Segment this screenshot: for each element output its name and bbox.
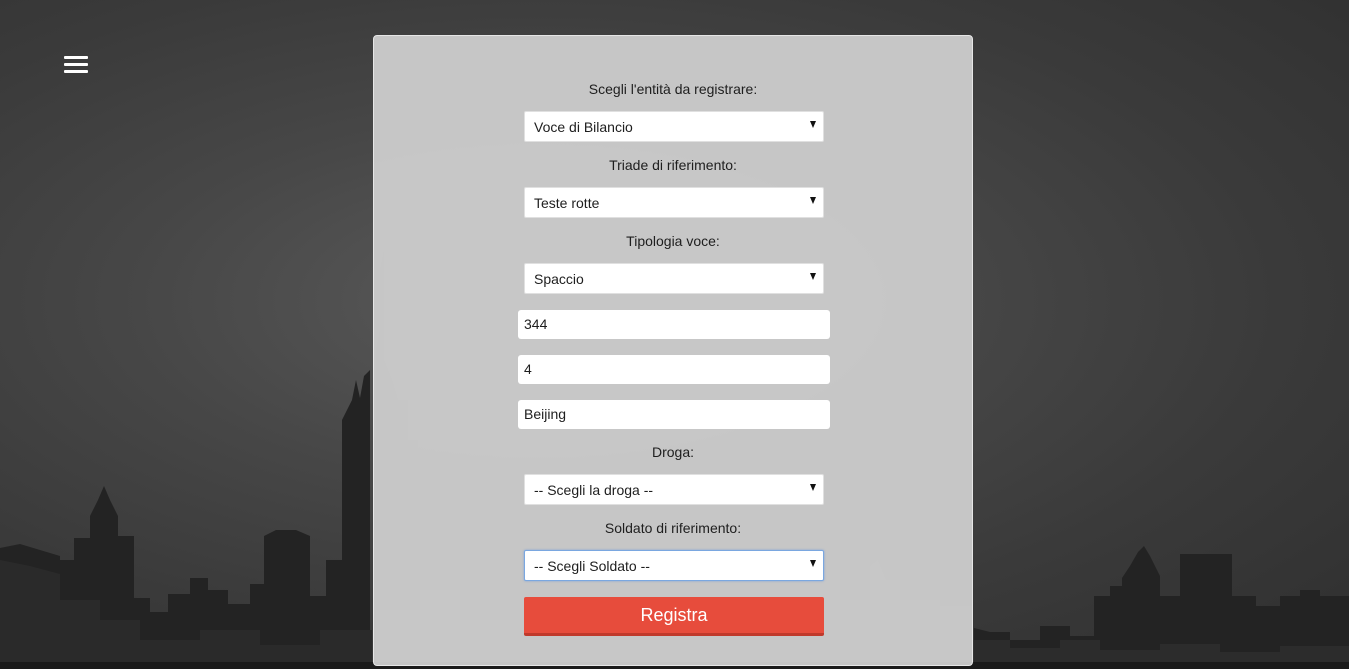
hamburger-menu-icon[interactable]	[64, 56, 90, 76]
drug-select-value: -- Scegli la droga --	[534, 482, 654, 498]
type-select-value: Spaccio	[534, 271, 584, 287]
triad-label: Triade di riferimento:	[609, 157, 737, 173]
drug-select[interactable]: -- Scegli la droga --	[524, 474, 824, 505]
location-input-value: Beijing	[524, 406, 567, 422]
type-select[interactable]: Spaccio	[524, 263, 824, 294]
dropdown-arrow-icon	[810, 121, 816, 128]
entity-select[interactable]: Voce di Bilancio	[524, 111, 824, 142]
dropdown-arrow-icon	[810, 273, 816, 280]
triad-select[interactable]: Teste rotte	[524, 187, 824, 218]
amount-input-value: 344	[524, 316, 548, 332]
location-input[interactable]: Beijing	[518, 400, 830, 429]
quantity-input[interactable]: 4	[518, 355, 830, 384]
registration-form-panel: Scegli l'entità da registrare: Voce di B…	[373, 35, 973, 666]
entity-label: Scegli l'entità da registrare:	[588, 81, 758, 97]
drug-label: Droga:	[651, 444, 695, 460]
quantity-input-value: 4	[524, 361, 532, 377]
soldier-label: Soldato di riferimento:	[604, 520, 742, 536]
dropdown-arrow-icon	[810, 197, 816, 204]
submit-button[interactable]: Registra	[524, 597, 824, 636]
soldier-select[interactable]: -- Scegli Soldato --	[524, 550, 824, 581]
dropdown-arrow-icon	[810, 484, 816, 491]
amount-input[interactable]: 344	[518, 310, 830, 339]
triad-select-value: Teste rotte	[534, 195, 600, 211]
entity-select-value: Voce di Bilancio	[534, 119, 633, 135]
dropdown-arrow-icon	[810, 560, 816, 567]
soldier-select-value: -- Scegli Soldato --	[534, 558, 650, 574]
type-label: Tipologia voce:	[626, 233, 720, 249]
